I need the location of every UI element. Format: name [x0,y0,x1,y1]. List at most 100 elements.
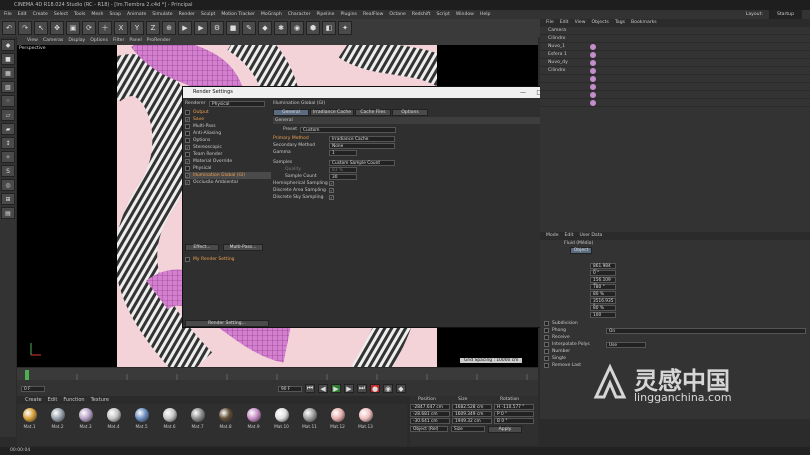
layout-select[interactable]: Startup [768,10,802,19]
secondary-method-select[interactable]: None [329,142,395,149]
section-checkbox[interactable]: ✓ [185,173,190,178]
am-menu-userdata[interactable]: User Data [579,232,602,240]
section-checkbox[interactable] [185,138,190,143]
go-start-icon[interactable]: ⏮ [305,384,315,393]
om-menu-view[interactable]: View [575,19,586,27]
attribute-section-toggle[interactable] [544,356,549,361]
object-row[interactable] [540,83,810,91]
z-axis-icon[interactable]: Z [146,21,160,35]
model-mode-icon[interactable]: ■ [1,53,15,65]
material-item[interactable]: Mat.3 [73,408,98,430]
render-section-item[interactable]: ✓ Stereoscopic [185,144,271,151]
om-menu-tags[interactable]: Tags [615,19,625,27]
object-row[interactable]: Esfera 1 [540,51,810,59]
multipass-button[interactable]: Multi-Pass... [223,244,263,251]
attribute-value-input[interactable]: 861.984 m [590,262,616,274]
timeline-end[interactable]: 90 F [278,385,302,392]
make-editable-icon[interactable]: ◆ [1,39,15,51]
coordinate-input[interactable]: 1609.349 cm [452,411,492,417]
tab-irradiance-cache[interactable]: Irradiance Cache [310,109,354,116]
coordinate-input[interactable]: -2847.647 cm [410,404,450,410]
render-section-item[interactable]: ✓ Material Override [185,158,271,165]
coordinate-system-icon[interactable]: ⊕ [162,21,176,35]
next-key-icon[interactable]: ▶ [344,384,354,393]
texture-mode-icon[interactable]: ▦ [1,67,15,79]
tab-options[interactable]: Options [392,109,428,116]
render-section-item[interactable]: Anti-Aliasing [185,130,271,137]
deformer-icon[interactable]: ◉ [290,21,304,35]
attribute-value-input[interactable]: 780 ° [590,283,616,290]
light-icon[interactable]: ✦ [338,21,352,35]
menu-render[interactable]: Render [179,10,195,19]
menu-mograph[interactable]: MoGraph [261,10,282,19]
attribute-section-toggle[interactable] [544,335,549,340]
material-item[interactable]: Mat.12 [325,408,350,430]
vp-menu-panel[interactable]: Panel [129,37,141,45]
subdivision-icon[interactable]: ◆ [258,21,272,35]
material-item[interactable]: Mat.6 [157,408,182,430]
material-item[interactable]: Mat.1 [17,408,42,430]
coord-mode-select[interactable]: Object (Rel) [410,426,448,432]
menu-redshift[interactable]: Redshift [412,10,431,19]
x-axis-icon[interactable]: X [114,21,128,35]
material-tag-icon[interactable] [590,83,596,90]
om-menu-objects[interactable]: Objects [592,19,609,27]
menu-sculpt[interactable]: Sculpt [201,10,215,19]
menu-edit[interactable]: Edit [18,10,27,19]
object-row[interactable]: Nuvo_dy [540,59,810,67]
render-section-item[interactable]: ✓ Illumination Global (GI) [185,172,271,179]
menu-file[interactable]: File [4,10,12,19]
attribute-section-toggle[interactable] [544,328,549,333]
section-checkbox[interactable] [185,110,190,115]
timeline-start[interactable]: 0 F [21,385,45,392]
phong-select[interactable]: On [606,327,806,334]
coordinate-input[interactable]: -28.681 cm [410,411,450,417]
gamma-input[interactable]: 1 [329,149,357,156]
material-item[interactable]: Mat.8 [213,408,238,430]
material-tag-icon[interactable] [590,43,596,50]
attribute-section-toggle[interactable] [544,349,549,354]
material-tag-icon[interactable] [590,51,596,58]
menu-tools[interactable]: Tools [74,10,85,19]
menu-window[interactable]: Window [456,10,474,19]
axis-icon[interactable]: ↕ [1,137,15,149]
attribute-value-input[interactable]: 0 ° [590,269,616,276]
menu-help[interactable]: Help [480,10,490,19]
sample-count-input[interactable]: 30 [329,173,357,180]
menu-create[interactable]: Create [33,10,48,19]
material-item[interactable]: Mat.4 [101,408,126,430]
render-setting-button[interactable]: Render Setting... [185,320,269,327]
object-row[interactable]: Camera [540,27,810,35]
material-item[interactable]: Mat.11 [297,408,322,430]
attribute-section-toggle[interactable] [544,363,549,368]
polygons-mode-icon[interactable]: ▰ [1,123,15,135]
my-render-setting-check[interactable] [185,257,190,262]
mat-menu-edit[interactable]: Edit [48,396,58,404]
rotate-icon[interactable]: ⟳ [82,21,96,35]
material-item[interactable]: Mat.13 [353,408,378,430]
material-tag-icon[interactable] [590,59,596,66]
am-menu-edit[interactable]: Edit [565,232,574,240]
renderer-select[interactable]: Physical [209,100,265,107]
tab-cache-files[interactable]: Cache Files [355,109,391,116]
material-item[interactable]: Mat.5 [129,408,154,430]
hemispherical-check[interactable]: ✓ [329,181,334,186]
quality-input[interactable]: 83 % [329,166,357,173]
cube-icon[interactable]: ■ [226,21,240,35]
coordinate-input[interactable]: P 0 ° [494,411,534,417]
object-row[interactable]: Cilindro [540,35,810,43]
effect-button[interactable]: Effect... [185,244,219,251]
material-tag-icon[interactable] [590,75,596,82]
snap-icon[interactable]: S [1,165,15,177]
points-mode-icon[interactable]: ⁘ [1,95,15,107]
attribute-value-input[interactable]: 156.109 m [590,276,616,288]
material-item[interactable]: Mat.9 [241,408,266,430]
coordinate-input[interactable]: B 0 ° [494,418,534,424]
material-item[interactable]: Mat.2 [45,408,70,430]
attribute-value-input[interactable]: 3516.935 ° [590,297,616,309]
minimize-icon[interactable]: — [520,87,526,98]
object-row[interactable] [540,91,810,99]
menu-script[interactable]: Script [436,10,449,19]
y-axis-icon[interactable]: Y [130,21,144,35]
tweak-icon[interactable]: ✧ [1,151,15,163]
